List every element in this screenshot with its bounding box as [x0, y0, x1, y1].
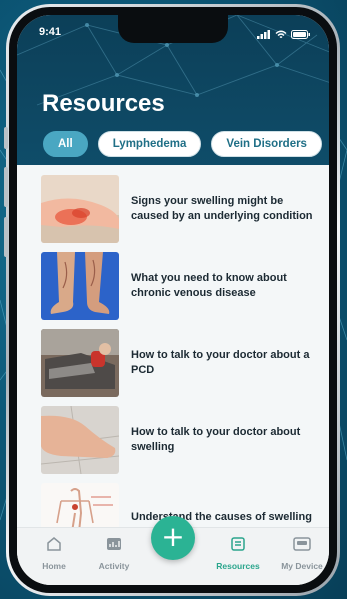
status-icons	[257, 26, 311, 44]
activity-icon	[107, 538, 121, 550]
tab-resources-label: Resources	[216, 561, 260, 571]
article-title: Signs your swelling might be caused by a…	[131, 195, 313, 222]
filter-chip-lymphedema[interactable]: Lymphedema	[97, 131, 202, 157]
mute-switch	[4, 127, 8, 149]
patient-recliner-thumbnail	[41, 329, 119, 397]
tab-home[interactable]: Home	[23, 536, 85, 571]
phone-frame: 9:41 Resources All Lymphedema Vein Disor…	[4, 4, 340, 596]
battery-icon	[291, 26, 311, 44]
page-title: Resources	[42, 90, 165, 117]
article-title: How to talk to your doctor about a PCD	[131, 349, 310, 376]
resources-icon	[231, 537, 245, 551]
leg-swelling-thumbnail	[41, 175, 119, 243]
volume-down-button	[4, 217, 8, 257]
article-title: What you need to know about chronic veno…	[131, 272, 287, 299]
legs-varicose-thumbnail	[41, 252, 119, 320]
article-list: Signs your swelling might be caused by a…	[17, 165, 329, 551]
article-title: How to talk to your doctor about swellin…	[131, 426, 301, 453]
list-item[interactable]: What you need to know about chronic veno…	[41, 252, 321, 320]
list-item[interactable]: Signs your swelling might be caused by a…	[41, 175, 321, 243]
tab-my-device-label: My Device	[281, 561, 323, 571]
filter-chip-all[interactable]: All	[43, 131, 88, 157]
header: 9:41 Resources All Lymphedema Vein Disor…	[17, 15, 329, 181]
tab-bar: Home Activity + Resources My Device	[17, 516, 329, 585]
tab-activity[interactable]: Activity	[83, 536, 145, 571]
list-item[interactable]: How to talk to your doctor about swellin…	[41, 406, 321, 474]
device-icon	[293, 537, 311, 551]
filter-chips: All Lymphedema Vein Disorders	[43, 131, 322, 157]
volume-up-button	[4, 167, 8, 207]
add-button[interactable]: +	[151, 516, 195, 560]
app-screen: 9:41 Resources All Lymphedema Vein Disor…	[17, 15, 329, 585]
wifi-icon	[275, 26, 287, 44]
filter-chip-vein-disorders[interactable]: Vein Disorders	[211, 131, 322, 157]
tab-activity-label: Activity	[98, 561, 130, 571]
swollen-foot-thumbnail	[41, 406, 119, 474]
tab-home-label: Home	[42, 561, 66, 571]
camera-notch	[118, 15, 228, 43]
home-icon	[47, 537, 61, 551]
signal-icon	[257, 26, 271, 44]
tab-resources[interactable]: Resources	[207, 536, 269, 571]
list-item[interactable]: How to talk to your doctor about a PCD	[41, 329, 321, 397]
status-time: 9:41	[39, 26, 62, 38]
tab-my-device[interactable]: My Device	[271, 536, 329, 571]
